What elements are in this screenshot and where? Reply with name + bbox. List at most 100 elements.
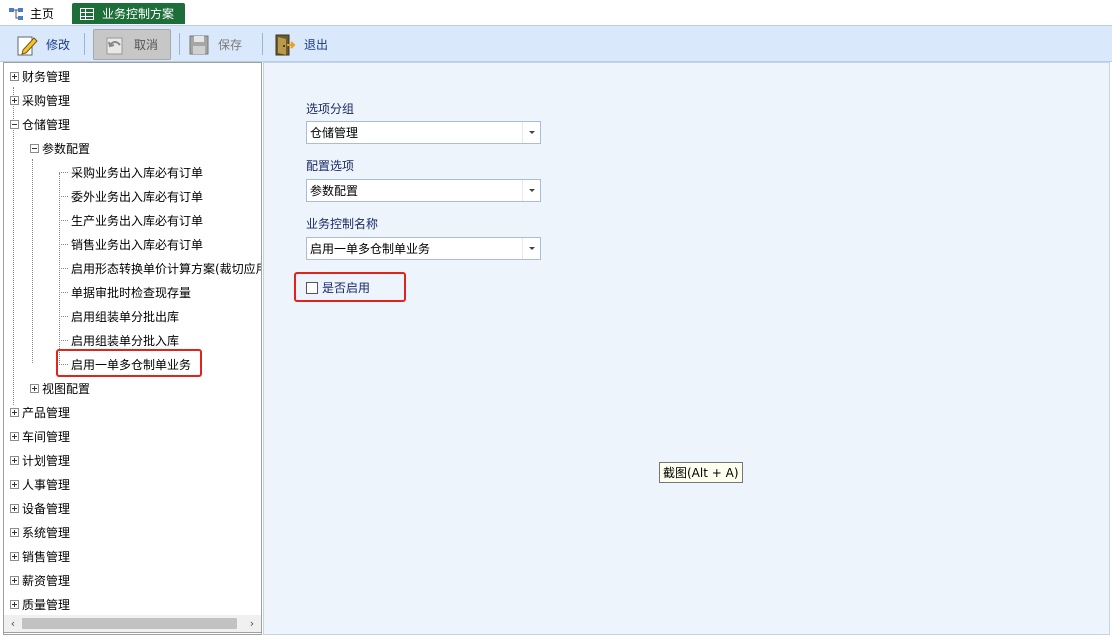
tree-leaf[interactable]: 启用形态转换单价计算方案(裁切应用: [59, 257, 262, 279]
expand-icon[interactable]: [30, 383, 39, 393]
expand-icon[interactable]: [10, 71, 19, 81]
tree-node-label: 启用形态转换单价计算方案(裁切应用: [71, 261, 262, 276]
tree-node-label: 产品管理: [22, 405, 71, 420]
tree-leaf[interactable]: 启用组装单分批出库: [59, 305, 179, 327]
dropdown-arrow-icon[interactable]: [522, 238, 540, 259]
expand-icon[interactable]: [10, 455, 19, 465]
exit-door-icon: [274, 33, 296, 57]
tree-node-payroll[interactable]: 薪资管理: [10, 569, 70, 591]
scroll-left-icon[interactable]: ‹: [6, 617, 20, 631]
category-tree: 财务管理 采购管理 仓储管理 参数配置 采购业务出入库必有订单 委外业务出入库必…: [3, 62, 262, 635]
tree-node-warehouse[interactable]: 仓储管理: [10, 113, 70, 135]
save-button[interactable]: 保存: [188, 29, 242, 60]
toolbar-separator: [262, 33, 263, 55]
tree-connector: [59, 291, 68, 293]
tree-node-label: 财务管理: [22, 69, 71, 84]
toolbar-separator: [84, 33, 85, 55]
tree-node-label: 生产业务出入库必有订单: [71, 213, 204, 228]
scrollbar-thumb[interactable]: [22, 618, 237, 629]
tree-node-hr[interactable]: 人事管理: [10, 473, 70, 495]
dropdown-arrow-icon[interactable]: [522, 180, 540, 201]
expand-icon[interactable]: [10, 95, 19, 105]
tree-node-finance[interactable]: 财务管理: [10, 65, 70, 87]
expand-icon[interactable]: [10, 431, 19, 441]
tree-node-label: 销售管理: [22, 549, 71, 564]
undo-icon: [104, 33, 126, 57]
tree-node-label: 车间管理: [22, 429, 71, 444]
tab-home[interactable]: 主页: [8, 3, 68, 24]
tree-node-plan[interactable]: 计划管理: [10, 449, 70, 471]
tree-node-label: 质量管理: [22, 597, 71, 612]
name-label: 业务控制名称: [306, 217, 379, 231]
tree-node-equipment[interactable]: 设备管理: [10, 497, 70, 519]
collapse-icon[interactable]: [30, 143, 39, 153]
tree-node-label: 采购管理: [22, 93, 71, 108]
config-select-value: 参数配置: [310, 184, 359, 198]
tree-node-product[interactable]: 产品管理: [10, 401, 70, 423]
screenshot-tooltip: 截图(Alt + A): [659, 462, 743, 483]
exit-label: 退出: [304, 38, 329, 52]
tree-node-label: 销售业务出入库必有订单: [71, 237, 204, 252]
save-icon: [188, 33, 210, 57]
tree-node-workshop[interactable]: 车间管理: [10, 425, 70, 447]
tree-leaf[interactable]: 采购业务出入库必有订单: [59, 161, 203, 183]
tree-horizontal-scrollbar[interactable]: ‹ ›: [3, 615, 262, 633]
tree-node-label: 采购业务出入库必有订单: [71, 165, 204, 180]
dropdown-arrow-icon[interactable]: [522, 122, 540, 143]
tree-node-label: 薪资管理: [22, 573, 71, 588]
tree-node-label: 启用组装单分批出库: [71, 309, 180, 324]
expand-icon[interactable]: [10, 551, 19, 561]
tree-connector: [59, 339, 68, 341]
table-icon: [80, 7, 94, 20]
tree-node-system[interactable]: 系统管理: [10, 521, 70, 543]
cancel-button[interactable]: 取消: [93, 29, 171, 60]
expand-icon[interactable]: [10, 479, 19, 489]
cancel-label: 取消: [134, 38, 159, 52]
config-select[interactable]: 参数配置: [306, 179, 541, 202]
collapse-icon[interactable]: [10, 119, 19, 129]
tree-node-parameter-config[interactable]: 参数配置: [30, 137, 90, 159]
tree-leaf[interactable]: 生产业务出入库必有订单: [59, 209, 203, 231]
tree-connector: [59, 315, 68, 317]
tree-node-label: 设备管理: [22, 501, 71, 516]
tree-leaf[interactable]: 单据审批时检查现存量: [59, 281, 191, 303]
tree-node-label: 计划管理: [22, 453, 71, 468]
expand-icon[interactable]: [10, 503, 19, 513]
tree-connector: [59, 219, 68, 221]
tree-leaf[interactable]: 销售业务出入库必有订单: [59, 233, 203, 255]
tree-guide-line: [32, 159, 33, 363]
expand-icon[interactable]: [10, 575, 19, 585]
tree-node-sales[interactable]: 销售管理: [10, 545, 70, 567]
name-select[interactable]: 启用一单多仓制单业务: [306, 237, 541, 260]
expand-icon[interactable]: [10, 527, 19, 537]
tab-business-control[interactable]: 业务控制方案: [72, 3, 185, 24]
tree-connector: [59, 243, 68, 245]
tree-node-label: 人事管理: [22, 477, 71, 492]
expand-icon[interactable]: [10, 407, 19, 417]
group-label: 选项分组: [306, 102, 355, 116]
tree-leaf[interactable]: 委外业务出入库必有订单: [59, 185, 203, 207]
edit-button[interactable]: 修改: [16, 29, 70, 60]
group-select-value: 仓储管理: [310, 126, 359, 140]
tree-node-label: 单据审批时检查现存量: [71, 285, 192, 300]
expand-icon[interactable]: [10, 599, 19, 609]
tree-node-label: 启用组装单分批入库: [71, 333, 180, 348]
edit-icon: [16, 33, 38, 57]
tree-node-label: 视图配置: [42, 381, 91, 396]
exit-button[interactable]: 退出: [274, 29, 328, 60]
tree-node-label: 参数配置: [42, 141, 91, 156]
toolbar-separator: [179, 33, 180, 55]
tree-node-label: 仓储管理: [22, 117, 71, 132]
tree-node-label: 委外业务出入库必有订单: [71, 189, 204, 204]
tab-home-label: 主页: [30, 7, 55, 21]
group-select[interactable]: 仓储管理: [306, 121, 541, 144]
highlight-box-checkbox: [294, 272, 406, 302]
tree-node-quality[interactable]: 质量管理: [10, 593, 70, 615]
tree-leaf[interactable]: 启用组装单分批入库: [59, 329, 179, 351]
sitemap-icon: [8, 7, 24, 21]
tree-node-view-config[interactable]: 视图配置: [30, 377, 90, 399]
edit-label: 修改: [46, 38, 71, 52]
config-label: 配置选项: [306, 159, 355, 173]
tree-node-purchase[interactable]: 采购管理: [10, 89, 70, 111]
scroll-right-icon[interactable]: ›: [245, 617, 259, 631]
